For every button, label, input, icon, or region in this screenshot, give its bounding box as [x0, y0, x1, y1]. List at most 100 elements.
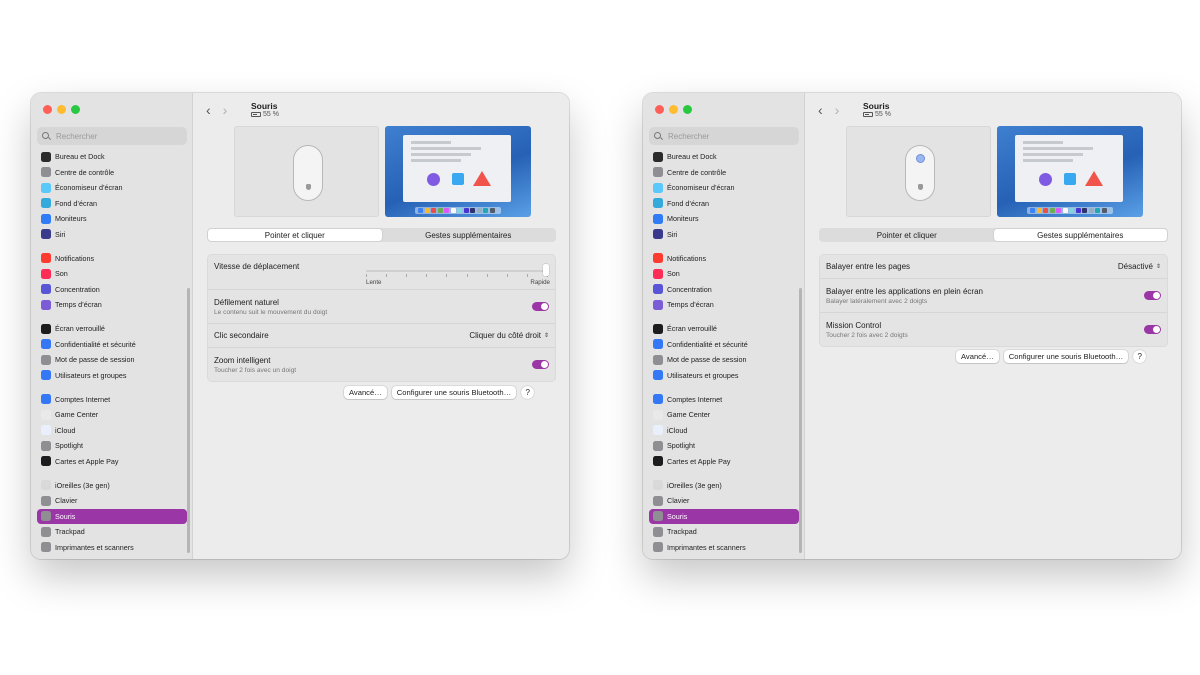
advanced-button[interactable]: Avancé… — [956, 350, 999, 363]
sidebar-item[interactable]: Concentration — [649, 282, 799, 298]
chevron-right-icon[interactable]: › — [223, 102, 228, 118]
bluetooth-mouse-button[interactable]: Configurer une souris Bluetooth… — [1003, 350, 1129, 363]
help-button[interactable]: ? — [521, 386, 535, 399]
advanced-button[interactable]: Avancé… — [344, 386, 387, 399]
tab-point-click[interactable]: Pointer et cliquer — [820, 229, 994, 241]
sidebar-item[interactable]: Bureau et Dock — [37, 149, 187, 165]
sidebar-item[interactable]: Comptes Internet — [37, 392, 187, 408]
sidebar-item[interactable]: Game Center — [649, 407, 799, 423]
sidebar-item[interactable]: Moniteurs — [649, 211, 799, 227]
sidebar-item[interactable]: Souris — [649, 508, 799, 524]
tab-more-gestures[interactable]: Gestes supplémentaires — [382, 229, 556, 241]
airpods-icon — [653, 480, 663, 491]
sidebar-item[interactable]: Siri — [37, 227, 187, 243]
natural-scroll-toggle[interactable] — [532, 302, 549, 311]
sidebar-item[interactable]: Imprimantes et scanners — [37, 540, 187, 556]
sidebar-item-label: Économiseur d’écran — [667, 183, 735, 193]
trackpad-icon — [41, 526, 51, 537]
sidebar-item[interactable]: Confidentialité et sécurité — [649, 337, 799, 353]
tab-bar: Pointer et cliquer Gestes supplémentaire… — [819, 228, 1168, 242]
sidebar-item-label: Écran verrouillé — [667, 324, 717, 334]
sidebar-item[interactable]: Trackpad — [649, 524, 799, 540]
sidebar-item[interactable]: Centre de contrôle — [649, 165, 799, 181]
chevron-left-icon[interactable]: ‹ — [206, 102, 211, 118]
sidebar-item[interactable]: Son — [37, 266, 187, 282]
bluetooth-mouse-button[interactable]: Configurer une souris Bluetooth… — [391, 386, 517, 399]
sidebar-item-label: Fond d’écran — [667, 198, 709, 208]
swipe-pages-popup[interactable]: Désactivé ⇕ — [1118, 262, 1161, 271]
sidebar-item[interactable]: Clavier — [649, 493, 799, 509]
minimize-button[interactable] — [669, 105, 678, 114]
sidebar-item-label: Moniteurs — [667, 214, 699, 224]
sidebar-item[interactable]: iCloud — [37, 423, 187, 439]
sidebar-item[interactable]: Comptes Internet — [649, 392, 799, 408]
sidebar-item[interactable]: Concentration — [37, 282, 187, 298]
sidebar-item[interactable]: Cartes et Apple Pay — [649, 454, 799, 470]
sidebar-item[interactable]: Trackpad — [37, 524, 187, 540]
sidebar-item[interactable]: Moniteurs — [37, 211, 187, 227]
sidebar-item[interactable]: Temps d’écran — [37, 297, 187, 313]
sidebar-item[interactable]: Fond d’écran — [37, 196, 187, 212]
sidebar-item[interactable]: Spotlight — [37, 438, 187, 454]
sidebar-item-label: Utilisateurs et groupes — [667, 370, 739, 380]
secondary-click-popup[interactable]: Cliquer du côté droit ⇕ — [469, 331, 549, 340]
sidebar-item[interactable]: Mot de passe de session — [649, 352, 799, 368]
sidebar-item[interactable]: Utilisateurs et groupes — [37, 368, 187, 384]
search-input[interactable]: Rechercher — [37, 127, 187, 145]
sidebar-item[interactable]: Économiseur d’écran — [37, 180, 187, 196]
sidebar-scrollbar[interactable] — [799, 288, 802, 553]
sidebar-item[interactable]: Imprimantes et scanners — [649, 540, 799, 556]
battery-level: 55 % — [263, 111, 279, 118]
dock-icon — [653, 151, 663, 162]
sidebar-item[interactable]: Écran verrouillé — [649, 321, 799, 337]
battery-status: 55 % — [251, 111, 279, 118]
secondary-click-label: Clic secondaire — [214, 331, 269, 340]
sidebar-item[interactable]: iOreilles (3e gen) — [649, 478, 799, 494]
zoom-button[interactable] — [683, 105, 692, 114]
sidebar-item[interactable]: Game Center — [37, 407, 187, 423]
sidebar-item[interactable]: Utilisateurs et groupes — [649, 368, 799, 384]
sidebar-item[interactable]: Son — [649, 266, 799, 282]
close-button[interactable] — [655, 105, 664, 114]
chevron-left-icon[interactable]: ‹ — [818, 102, 823, 118]
sidebar-item[interactable]: Fond d’écran — [649, 196, 799, 212]
tab-bar: Pointer et cliquer Gestes supplémentaire… — [207, 228, 556, 242]
printer-icon — [41, 542, 51, 553]
zoom-button[interactable] — [71, 105, 80, 114]
smart-zoom-toggle[interactable] — [532, 360, 549, 369]
mission-control-toggle[interactable] — [1144, 325, 1161, 334]
circle-shape — [427, 173, 440, 186]
sidebar-item[interactable]: Écran verrouillé — [37, 321, 187, 337]
sidebar-item[interactable]: Souris — [37, 508, 187, 524]
sidebar-item[interactable]: Cartes et Apple Pay — [37, 454, 187, 470]
tab-more-gestures[interactable]: Gestes supplémentaires — [993, 229, 1167, 241]
chevron-right-icon[interactable]: › — [835, 102, 840, 118]
sidebar-item[interactable]: Notifications — [649, 251, 799, 267]
sidebar-item[interactable]: Clavier — [37, 493, 187, 509]
sidebar-item[interactable]: Notifications — [37, 251, 187, 267]
slider-thumb[interactable] — [543, 264, 549, 276]
tracking-speed-label: Vitesse de déplacement — [214, 262, 300, 271]
help-button[interactable]: ? — [1133, 350, 1147, 363]
tab-point-click[interactable]: Pointer et cliquer — [208, 229, 382, 241]
window-controls — [43, 105, 80, 114]
sidebar-item[interactable]: iOreilles (3e gen) — [37, 478, 187, 494]
sidebar-scrollbar[interactable] — [187, 288, 190, 553]
sidebar-item[interactable]: Siri — [649, 227, 799, 243]
search-input[interactable]: Rechercher — [649, 127, 799, 145]
square-shape — [452, 173, 464, 185]
sidebar-item[interactable]: Bureau et Dock — [649, 149, 799, 165]
sidebar-item[interactable]: Mot de passe de session — [37, 352, 187, 368]
sidebar-item[interactable]: iCloud — [649, 423, 799, 439]
sidebar-item[interactable]: Économiseur d’écran — [649, 180, 799, 196]
swipe-apps-toggle[interactable] — [1144, 291, 1161, 300]
minimize-button[interactable] — [57, 105, 66, 114]
close-button[interactable] — [43, 105, 52, 114]
sidebar-item[interactable]: Spotlight — [649, 438, 799, 454]
siri-icon — [41, 229, 51, 240]
mission-control-label: Mission Control — [826, 320, 882, 330]
sidebar-item[interactable]: Confidentialité et sécurité — [37, 337, 187, 353]
sidebar-item[interactable]: Centre de contrôle — [37, 165, 187, 181]
sidebar-item[interactable]: Temps d’écran — [649, 297, 799, 313]
